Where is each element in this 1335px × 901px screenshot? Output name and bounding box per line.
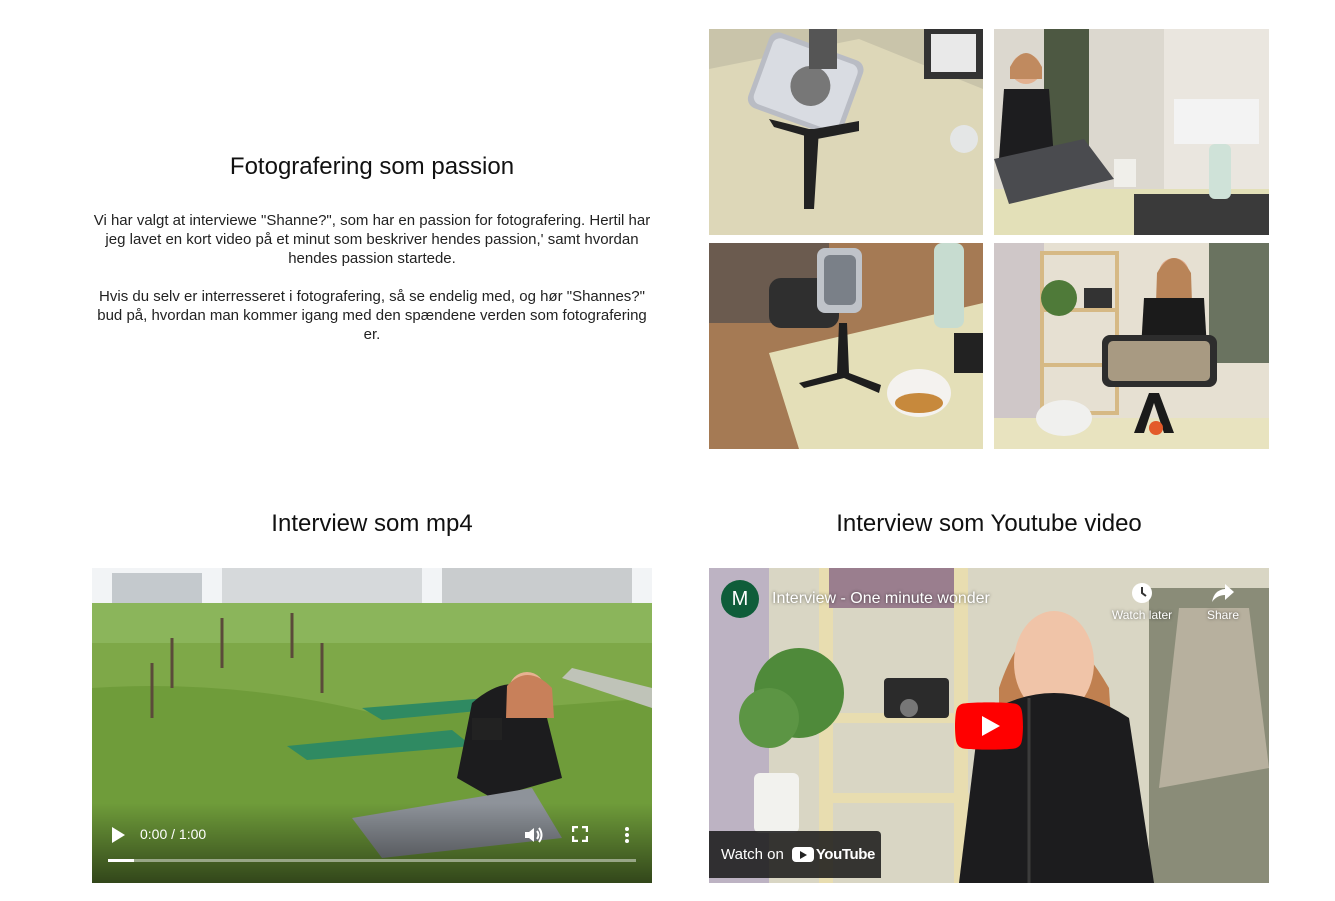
watch-later-button[interactable]: Watch later [1102, 582, 1182, 622]
clock-icon [1132, 583, 1152, 603]
watch-later-label: Watch later [1111, 608, 1173, 622]
youtube-play-icon[interactable] [955, 702, 1023, 750]
youtube-embed[interactable]: M Interview - One minute wonder Watch la… [709, 568, 1269, 883]
mp4-video-player[interactable]: 0:00 / 1:00 [92, 568, 652, 883]
channel-avatar[interactable]: M [721, 580, 759, 618]
photo-tripod-and-cup [709, 243, 983, 449]
more-options-icon[interactable] [624, 826, 630, 844]
fullscreen-icon[interactable] [572, 826, 588, 842]
video-controls-overlay [92, 803, 652, 883]
photo-woman-behind-phone [994, 243, 1269, 449]
video-time-display: 0:00 / 1:00 [140, 826, 207, 842]
photo-phone-on-tripod [709, 29, 983, 235]
intro-paragraph-2: Hvis du selv er interresseret i fotograf… [97, 288, 647, 343]
share-button[interactable]: Share [1183, 582, 1263, 622]
volume-icon[interactable] [524, 826, 544, 844]
youtube-logo-text: YouTube [815, 846, 876, 863]
youtube-logo-icon [791, 847, 814, 862]
video-progress-bar[interactable] [108, 859, 636, 862]
video-progress-fill [108, 859, 135, 862]
watch-on-label: Watch on [721, 846, 784, 863]
play-icon[interactable] [110, 826, 126, 844]
youtube-logo: YouTube [791, 846, 876, 863]
section-title-mp4: Interview som mp4 [271, 510, 473, 537]
share-label: Share [1206, 608, 1240, 622]
share-arrow-icon [1212, 584, 1234, 602]
section-title-intro: Fotografering som passion [229, 153, 515, 180]
photo-woman-seated [994, 29, 1269, 235]
youtube-video-title[interactable]: Interview - One minute wonder [772, 590, 990, 608]
watch-on-youtube-button[interactable]: Watch on YouTube [709, 831, 881, 878]
section-title-youtube: Interview som Youtube video [836, 510, 1142, 537]
intro-paragraph-1: Vi har valgt at interviewe "Shanne?", so… [93, 212, 651, 267]
